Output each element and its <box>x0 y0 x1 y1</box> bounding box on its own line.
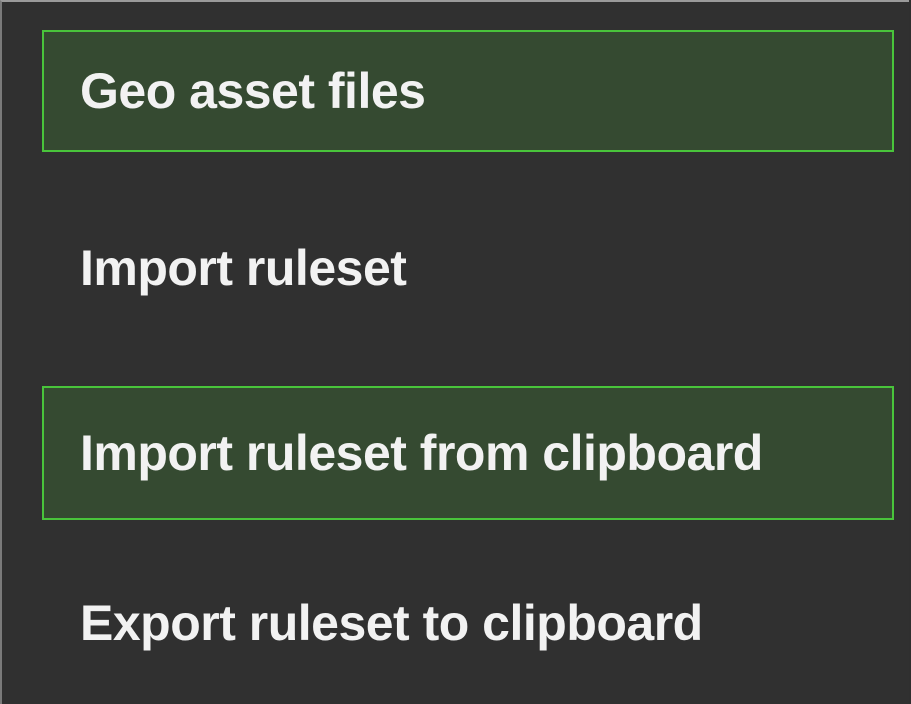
menu-item-geo-asset-files[interactable]: Geo asset files <box>42 30 894 152</box>
menu-item-label: Geo asset files <box>80 63 426 119</box>
menu-item-label: Export ruleset to clipboard <box>80 595 703 651</box>
menu-item-import-ruleset-from-clipboard[interactable]: Import ruleset from clipboard <box>42 386 894 520</box>
menu-item-export-ruleset-to-clipboard[interactable]: Export ruleset to clipboard <box>42 562 894 684</box>
menu-item-import-ruleset[interactable]: Import ruleset <box>42 207 894 329</box>
menu-item-label: Import ruleset from clipboard <box>80 425 763 481</box>
menu-item-label: Import ruleset <box>80 240 407 296</box>
context-menu: Geo asset files Import ruleset Import ru… <box>0 0 909 704</box>
